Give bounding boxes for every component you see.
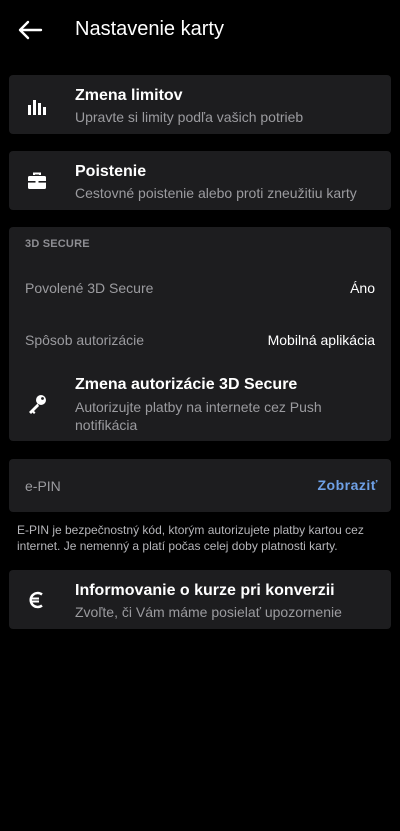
- insurance-title: Poistenie: [75, 163, 147, 180]
- insurance-card[interactable]: Poistenie Cestovné poistenie alebo proti…: [9, 151, 391, 210]
- page-title: Nastavenie karty: [75, 18, 224, 40]
- bar-chart-icon: [25, 95, 49, 119]
- change-authorization-subtitle: Autorizujte platby na internete cez Push…: [75, 399, 322, 433]
- limits-subtitle: Upravte si limity podľa vašich potrieb: [75, 109, 304, 125]
- secure3d-card: 3D SECURE Povolené 3D Secure Áno Spôsob …: [9, 227, 391, 441]
- auth-method-row: Spôsob autorizácie Mobilná aplikácia: [9, 319, 391, 359]
- epin-card: e-PIN Zobraziť: [9, 459, 391, 512]
- auth-label: Spôsob autorizácie: [25, 332, 145, 348]
- epin-label: e-PIN: [25, 478, 61, 494]
- enabled-label: Povolené 3D Secure: [25, 280, 154, 296]
- briefcase-icon: [25, 169, 49, 193]
- enabled-value: Áno: [350, 280, 375, 296]
- enabled-3d-secure-row: Povolené 3D Secure Áno: [9, 267, 391, 307]
- key-icon: [25, 392, 49, 416]
- change-authorization-row[interactable]: Zmena autorizácie 3D Secure Autorizujte …: [9, 369, 391, 439]
- conversion-title: Informovanie o kurze pri konverzii: [75, 582, 335, 599]
- show-epin-button[interactable]: Zobraziť: [318, 477, 379, 493]
- auth-value: Mobilná aplikácia: [267, 332, 375, 348]
- conversion-card[interactable]: Informovanie o kurze pri konverzii Zvoľt…: [9, 570, 391, 629]
- limits-card[interactable]: Zmena limitov Upravte si limity podľa va…: [9, 75, 391, 134]
- section-title: 3D SECURE: [25, 238, 90, 250]
- limits-title: Zmena limitov: [75, 87, 183, 104]
- back-button[interactable]: [16, 17, 44, 43]
- epin-note: E-PIN je bezpečnostný kód, ktorým autori…: [17, 523, 364, 553]
- euro-icon: [25, 588, 49, 612]
- change-authorization-title: Zmena autorizácie 3D Secure: [75, 376, 298, 393]
- app-bar: Nastavenie karty: [0, 0, 400, 60]
- arrow-left-icon: [18, 20, 43, 40]
- conversion-subtitle: Zvoľte, či Vám máme posielať upozornenie: [75, 604, 342, 620]
- insurance-subtitle: Cestovné poistenie alebo proti zneužitiu…: [75, 185, 357, 201]
